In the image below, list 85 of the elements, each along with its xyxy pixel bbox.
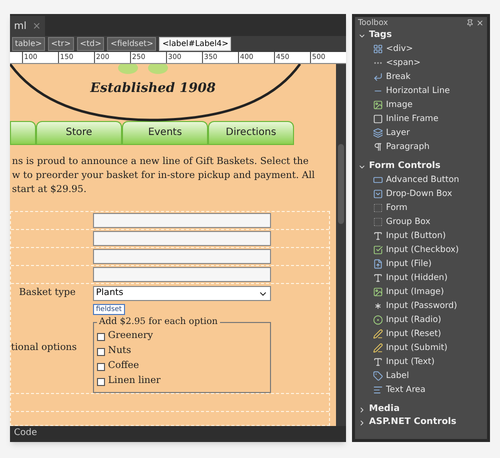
toolbox-item[interactable]: Inline Frame	[386, 112, 438, 126]
text-field-icon	[373, 273, 383, 283]
toolbox-item[interactable]: Input (File)	[386, 258, 432, 270]
text-field[interactable]	[93, 230, 271, 246]
basket-type-select[interactable]: Plants	[93, 286, 271, 301]
toolbox-item[interactable]: Input (Checkbox)	[386, 244, 459, 256]
password-icon	[373, 301, 383, 311]
pen-icon	[373, 343, 383, 353]
pilcrow-icon	[373, 142, 383, 152]
breadcrumb-tag[interactable]: <tr>	[48, 37, 74, 51]
intro-text: start at $29.95.	[12, 182, 88, 196]
intro-text: ns is proud to announce a new line of Gift Baskets. Select the	[12, 154, 310, 168]
toolbox-item[interactable]: Advanced Button	[386, 174, 460, 186]
toolbox-item[interactable]: Image	[386, 98, 413, 112]
radio-icon	[373, 315, 383, 325]
image-icon	[373, 100, 383, 110]
tab-label: ml	[14, 20, 27, 34]
breadcrumb-tag[interactable]: <td>	[76, 37, 104, 51]
nav-tab[interactable]: Directions	[208, 120, 294, 144]
toolbox-item[interactable]: Input (Reset)	[386, 328, 442, 340]
document-tab[interactable]: ml ×	[10, 16, 45, 36]
toolbox-item[interactable]: <div>	[386, 42, 414, 56]
label-icon	[373, 371, 383, 381]
text-field-icon	[373, 357, 383, 367]
toolbox-group-header[interactable]: Tags	[355, 29, 487, 42]
toolbox-group-header[interactable]: ASP.NET Controls	[355, 416, 487, 429]
vertical-scrollbar[interactable]	[336, 64, 346, 426]
dropdown-icon	[373, 189, 383, 199]
toolbox-item[interactable]: Input (Password)	[386, 300, 458, 312]
dashed-box-icon	[373, 203, 383, 213]
panel-title: Toolbox	[358, 17, 388, 29]
text-field[interactable]	[93, 212, 271, 228]
toolbox-item[interactable]: Input (Hidden)	[386, 272, 448, 284]
text-field[interactable]	[93, 266, 271, 282]
toolbox-item[interactable]: Input (Text)	[386, 356, 435, 368]
image-icon	[373, 287, 383, 297]
breadcrumb-tag[interactable]: <fieldset>	[107, 37, 156, 51]
breadcrumb-tag[interactable]: table>	[12, 37, 45, 51]
close-icon[interactable]	[476, 19, 484, 27]
toolbox-group-header[interactable]: Form Controls	[355, 160, 487, 173]
toolbox-item[interactable]: Group Box	[386, 216, 430, 228]
text-field-icon	[373, 231, 383, 241]
dashed-box-icon	[373, 217, 383, 227]
checkbox-icon	[373, 245, 383, 255]
toolbox-item[interactable]: Label	[386, 370, 409, 382]
toolbox-item[interactable]: Layer	[386, 126, 410, 140]
field-label: Basket type	[18, 286, 77, 300]
toolbox-item[interactable]: Form	[386, 202, 408, 214]
text-field[interactable]	[93, 248, 271, 264]
checkbox[interactable]	[97, 348, 105, 356]
grid-icon	[373, 44, 383, 54]
checkbox-label: Greenery	[108, 329, 154, 344]
file-icon	[373, 259, 383, 269]
checkbox[interactable]	[97, 378, 105, 386]
tagline: Established 1908	[90, 80, 216, 98]
toolbox-item[interactable]: Text Area	[386, 384, 426, 396]
pin-icon[interactable]	[466, 19, 474, 27]
nav-tab[interactable]: Events	[122, 120, 208, 144]
return-arrow-icon	[373, 72, 383, 82]
toolbox-item[interactable]: Input (Image)	[386, 286, 444, 298]
toolbox-item[interactable]: Input (Radio)	[386, 314, 442, 326]
pen-icon	[373, 329, 383, 339]
breadcrumb-tag[interactable]: <label#Label4>	[159, 37, 232, 51]
checkbox[interactable]	[97, 332, 105, 340]
toolbox-item[interactable]: Drop-Down Box	[386, 188, 452, 200]
checkbox-label: Nuts	[108, 344, 132, 358]
toolbox-item[interactable]: Input (Submit)	[386, 342, 448, 354]
toolbox-item[interactable]: Input (Button)	[386, 230, 446, 242]
frame-icon	[373, 114, 383, 124]
layers-icon	[373, 128, 383, 138]
checkbox-label: Linen liner	[108, 374, 161, 388]
field-label: tional options	[11, 341, 78, 356]
toolbox-item[interactable]: <span>	[386, 56, 421, 70]
toolbox-item[interactable]: Break	[386, 70, 410, 84]
fieldset-legend: Add $2.95 for each option	[97, 316, 220, 329]
toolbox-group-header[interactable]: Media	[355, 403, 487, 416]
text-area-icon	[373, 385, 383, 395]
nav-tab[interactable]: Store	[36, 120, 122, 144]
intro-text: w to preorder your basket for in-store pickup and payment. All	[12, 168, 316, 182]
toolbox-item[interactable]: Paragraph	[386, 140, 430, 154]
checkbox-label: Coffee	[108, 359, 139, 374]
toolbox-item[interactable]: Horizontal Line	[386, 84, 450, 98]
button-icon	[373, 175, 383, 185]
view-tab[interactable]: Code	[10, 427, 42, 441]
checkbox[interactable]	[97, 362, 105, 370]
